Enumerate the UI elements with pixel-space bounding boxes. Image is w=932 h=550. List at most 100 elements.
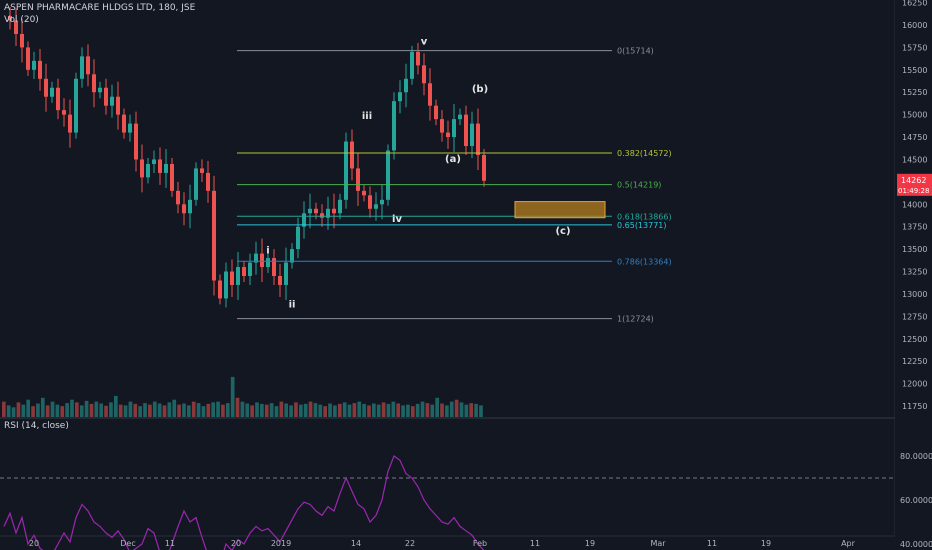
volume-bar (138, 406, 142, 417)
volume-bar (420, 401, 425, 417)
volume-bar (177, 404, 181, 417)
price-tick-label: 14750 (902, 133, 927, 142)
candle-body (260, 253, 264, 268)
volume-bar (381, 402, 386, 417)
volume-bar (21, 404, 26, 417)
candle-body (218, 280, 222, 299)
volume-bars (2, 376, 483, 417)
volume-bar (352, 403, 357, 417)
wave-label: (a) (445, 154, 461, 165)
volume-bar (445, 405, 449, 417)
candle-body (362, 190, 366, 196)
last-price-label: 14262 (901, 176, 926, 185)
volume-bar (308, 401, 313, 417)
volume-bar (401, 405, 405, 417)
candle-body (422, 65, 426, 84)
wave-label: ii (289, 299, 296, 310)
candle-body (350, 141, 354, 169)
volume-bar (328, 403, 332, 417)
fib-level-label: 0.382(14572) (617, 149, 672, 158)
candle-body (140, 159, 144, 178)
candle-body (182, 204, 186, 214)
candle-body (368, 195, 372, 209)
volume-bar (255, 402, 259, 417)
candle-body (410, 51, 414, 79)
volume-bar (167, 402, 172, 417)
time-tick-label: 11 (707, 539, 717, 548)
wave-label: (b) (472, 84, 488, 95)
volume-bar (342, 402, 347, 417)
candle-body (386, 150, 390, 200)
volume-bar (415, 403, 420, 417)
volume-bar (440, 403, 444, 417)
price-chart[interactable]: 0(15714)0.382(14572)0.5(14219)0.618(1386… (0, 0, 932, 550)
volume-bar (2, 401, 6, 417)
volume-bar (430, 404, 435, 417)
volume-bar (187, 405, 191, 417)
candle-body (104, 87, 108, 106)
volume-bar (391, 401, 396, 417)
price-tick-label: 12500 (902, 335, 927, 344)
volume-bar (60, 406, 65, 417)
symbol-title: ASPEN PHARMACARE HLDGS LTD, 180, JSE (4, 3, 196, 13)
candle-body (26, 47, 30, 70)
candle-body (272, 258, 276, 277)
target-zone[interactable] (514, 201, 606, 219)
candle-body (68, 114, 72, 133)
volume-bar (410, 406, 415, 417)
volume-bar (245, 403, 250, 417)
candle-body (206, 172, 210, 191)
price-tick-label: 16250 (902, 0, 927, 8)
time-tick-label: 19 (761, 539, 771, 548)
candle-body (176, 190, 180, 205)
volume-bar (89, 403, 94, 417)
target-zone-box (514, 201, 606, 219)
volume-bar (362, 403, 366, 417)
volume-bar (313, 403, 318, 417)
time-tick-label: 20 (29, 539, 39, 548)
candle-body (416, 51, 420, 66)
candle-body (464, 114, 468, 147)
candle-body (344, 141, 348, 200)
volume-bar (225, 403, 230, 417)
wave-label: v (421, 37, 428, 48)
candle-body (434, 105, 438, 120)
candle-body (224, 271, 228, 299)
candle-body (392, 101, 396, 151)
candle-body (170, 163, 174, 191)
candle-body (212, 190, 216, 281)
volume-bar (474, 403, 478, 417)
fibonacci-retracement[interactable]: 0(15714)0.382(14572)0.5(14219)0.618(1386… (237, 47, 672, 324)
volume-bar (104, 405, 108, 417)
time-tick-label: Mar (650, 539, 666, 548)
volume-bar (99, 403, 104, 417)
price-tick-label: 12250 (902, 357, 927, 366)
volume-bar (376, 404, 381, 417)
candle-body (308, 208, 312, 214)
candle-body (320, 213, 324, 218)
candle-body (458, 114, 462, 120)
wave-label: (c) (555, 226, 570, 237)
candle-body (188, 199, 192, 214)
volume-bar (79, 405, 84, 417)
fib-level-label: 0.786(13364) (617, 257, 672, 266)
candle-body (314, 208, 318, 214)
volume-bar (133, 403, 138, 417)
candle-body (482, 154, 486, 181)
candle-body (332, 208, 336, 214)
volume-bar (303, 403, 308, 417)
volume-bar (16, 402, 21, 417)
candle-body (146, 163, 150, 178)
candle-body (266, 258, 270, 268)
volume-bar (347, 404, 352, 417)
volume-bar (55, 404, 60, 417)
price-axis[interactable]: 16250 16000 15750 15500 15250 15000 14750 14500… (895, 0, 932, 550)
time-tick-label: Feb (473, 539, 487, 548)
volume-bar (274, 406, 279, 417)
volume-bar (40, 397, 45, 417)
time-axis[interactable]: 20 Dec 11 20 2019 14 22 Feb 11 19 Mar 11 19 Apr (29, 539, 856, 548)
fib-level-label: 0.65(13771) (617, 221, 667, 230)
candle-body (446, 132, 450, 138)
candle-body (56, 87, 60, 111)
volume-bar (118, 404, 123, 417)
